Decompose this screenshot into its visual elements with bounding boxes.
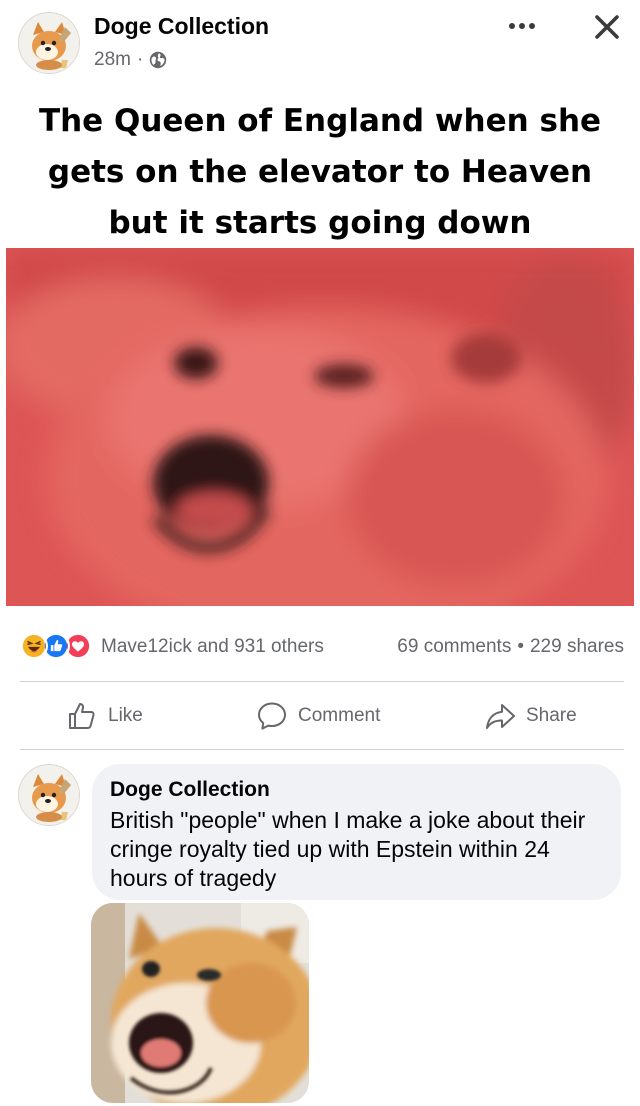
comment-bubble[interactable]: Doge Collection British "people" when I … <box>92 764 621 900</box>
reactors-label[interactable]: Mave12ick and 931 others <box>101 636 324 658</box>
share-label: Share <box>526 705 577 726</box>
comment-icon <box>258 702 286 730</box>
divider <box>20 681 624 682</box>
comment-button[interactable]: Comment <box>256 690 380 742</box>
comments-count[interactable]: 69 comments <box>397 636 511 657</box>
like-button[interactable]: Like <box>66 690 143 742</box>
commenter-avatar[interactable] <box>18 764 80 826</box>
caption-line: The Queen of England when she <box>38 103 602 139</box>
post-counts: 69 comments • 229 shares <box>397 636 624 658</box>
reaction-icons <box>20 632 100 662</box>
haha-reaction-icon <box>20 632 48 660</box>
meta-separator: · <box>136 49 144 70</box>
reactions-summary[interactable]: Mave12ick and 931 others 69 comments • 229… <box>20 630 624 664</box>
screaming-doge-icon <box>91 903 309 1103</box>
comment-image[interactable] <box>91 903 309 1103</box>
doge-avatar-icon <box>19 765 79 825</box>
comment-label: Comment <box>298 705 381 726</box>
caption-line: gets on the elevator to Heaven <box>47 154 593 190</box>
caption-line: but it starts going down <box>108 205 532 241</box>
post-caption: The Queen of England when she gets on th… <box>0 96 640 249</box>
screaming-doge-image-icon <box>6 248 634 606</box>
counts-separator: • <box>517 636 524 657</box>
shares-count[interactable]: 229 shares <box>530 636 624 657</box>
post-header: Doge Collection 28m · <box>0 0 640 90</box>
divider <box>20 749 624 750</box>
more-options-icon[interactable] <box>500 14 544 38</box>
post-time[interactable]: 28m <box>94 49 131 71</box>
page-avatar[interactable] <box>18 12 80 74</box>
globe-icon <box>150 51 167 69</box>
post-actions: Like Comment Share <box>20 690 624 742</box>
comment-text: British "people" when I make a joke abou… <box>110 807 586 891</box>
doge-avatar-icon <box>19 13 79 73</box>
thumbs-up-icon <box>69 703 95 729</box>
post-meta: 28m · <box>94 49 167 71</box>
comment-author[interactable]: Doge Collection <box>110 777 603 803</box>
page-name[interactable]: Doge Collection <box>94 13 269 40</box>
like-label: Like <box>108 705 143 726</box>
close-icon[interactable] <box>590 10 624 44</box>
share-button[interactable]: Share <box>484 690 577 742</box>
post-image[interactable] <box>6 248 634 606</box>
share-icon <box>486 704 515 729</box>
comment-item: Doge Collection British "people" when I … <box>0 760 640 1106</box>
